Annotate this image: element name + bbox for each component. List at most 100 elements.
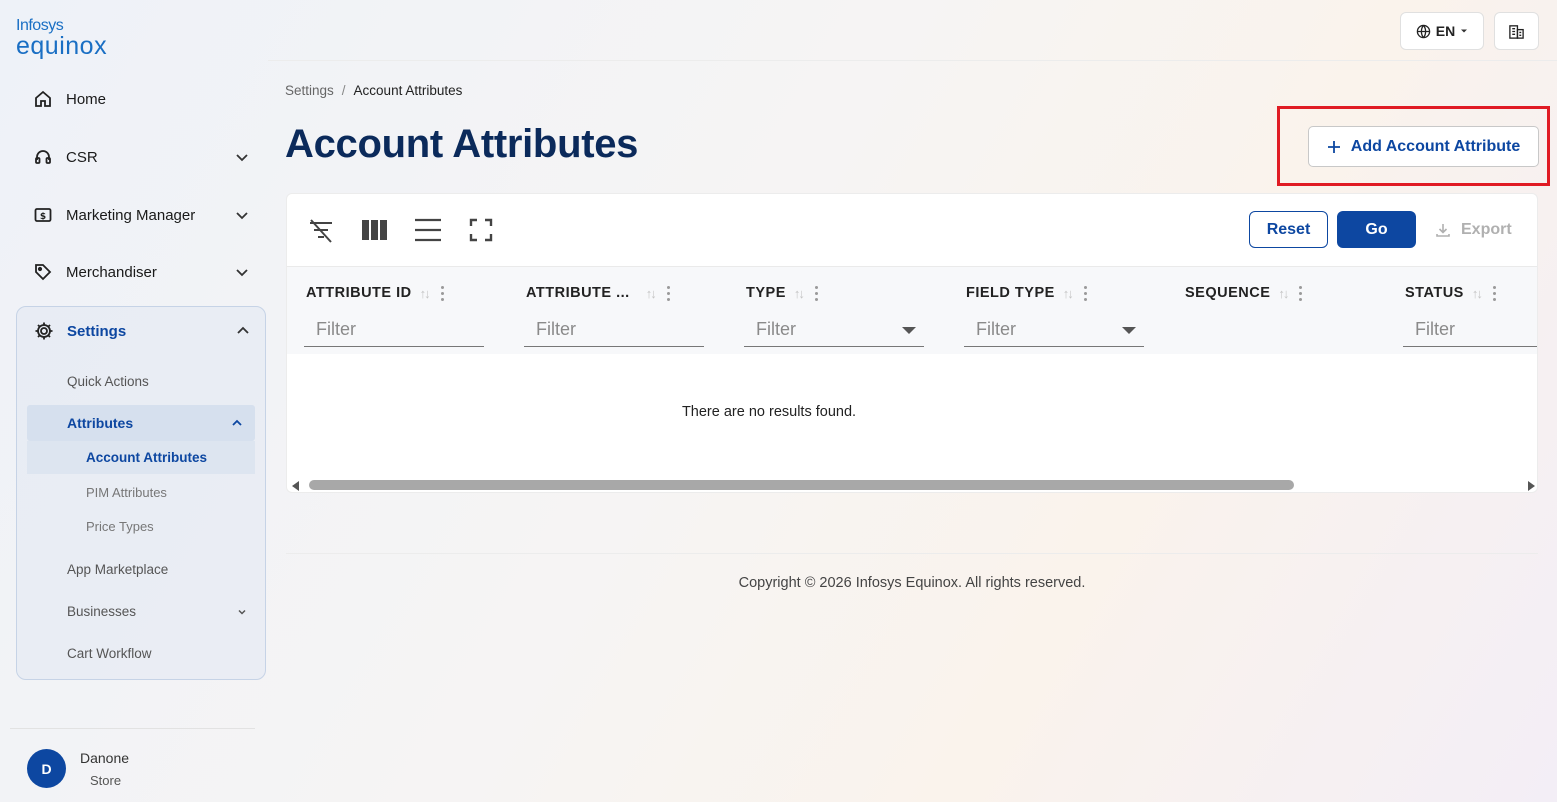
export-button[interactable]: Export xyxy=(1435,211,1525,248)
sidebar-sub-cart-workflow[interactable]: Cart Workflow xyxy=(67,646,152,661)
settings-group: Settings Quick Actions Attributes Accoun… xyxy=(16,306,266,680)
sidebar-sub-app-marketplace[interactable]: App Marketplace xyxy=(67,562,168,577)
go-button[interactable]: Go xyxy=(1337,211,1416,248)
brand-logo-line2: equinox xyxy=(16,32,108,60)
header-divider xyxy=(268,60,1557,61)
filter-select[interactable]: Filter xyxy=(964,313,1144,347)
sidebar-sub-price-types[interactable]: Price Types xyxy=(86,519,154,534)
density-icon[interactable] xyxy=(412,214,444,246)
filter-select[interactable]: Filter xyxy=(744,313,924,347)
headset-icon xyxy=(32,146,54,168)
columns-icon[interactable] xyxy=(359,214,391,246)
sidebar-item-home[interactable]: Home xyxy=(16,79,266,119)
attributes-table-card: Reset Go Export ATTRIBUTE ID ↑↓ Filter A… xyxy=(286,193,1538,493)
breadcrumb-current: Account Attributes xyxy=(353,83,463,98)
column-header-label[interactable]: FIELD TYPE xyxy=(966,285,1055,301)
home-icon xyxy=(32,88,54,110)
sort-icon[interactable]: ↑↓ xyxy=(1278,286,1289,301)
download-icon xyxy=(1435,222,1451,238)
plus-icon xyxy=(1327,140,1341,154)
column-menu-icon[interactable] xyxy=(814,285,818,301)
column-header-label[interactable]: TYPE xyxy=(746,285,786,301)
sidebar-item-label: CSR xyxy=(66,148,98,166)
scrollbar-thumb[interactable] xyxy=(309,480,1294,490)
sidebar-item-label: Settings xyxy=(67,322,127,340)
gear-icon xyxy=(33,320,55,342)
avatar[interactable]: D xyxy=(27,749,66,788)
chevron-down-icon xyxy=(237,607,247,617)
sidebar-sub-label: Businesses xyxy=(67,604,137,619)
sidebar-sub-businesses[interactable]: Businesses xyxy=(67,604,247,619)
sort-icon[interactable]: ↑↓ xyxy=(420,286,431,301)
sidebar-item-merchandiser[interactable]: Merchandiser xyxy=(16,252,266,292)
brand-logo[interactable]: Infosys equinox xyxy=(16,18,107,59)
reset-button[interactable]: Reset xyxy=(1249,211,1328,248)
chevron-up-icon xyxy=(235,323,251,339)
sidebar-sub-account-attributes[interactable]: Account Attributes xyxy=(27,441,255,474)
user-role: Store xyxy=(90,773,122,788)
sidebar-item-label: Home xyxy=(66,90,107,108)
sidebar: Infosys equinox Home CSR $ Marketing Man… xyxy=(0,0,268,802)
dropdown-arrow-icon xyxy=(902,327,916,334)
store-switch-button[interactable] xyxy=(1494,12,1539,50)
footer-divider xyxy=(286,553,1538,554)
clear-filter-icon[interactable] xyxy=(305,214,337,246)
breadcrumb-settings-link[interactable]: Settings xyxy=(285,83,334,98)
fullscreen-icon[interactable] xyxy=(465,214,497,246)
caret-down-icon xyxy=(1460,27,1468,35)
language-selector[interactable]: EN xyxy=(1400,12,1484,50)
column-header-label[interactable]: SEQUENCE xyxy=(1185,285,1270,301)
sidebar-item-label: Marketing Manager xyxy=(66,206,196,224)
sidebar-item-settings[interactable]: Settings xyxy=(17,311,267,351)
column-header-label[interactable]: ATTRIBUTE ... xyxy=(526,285,630,301)
column-menu-icon[interactable] xyxy=(1083,285,1087,301)
scroll-left-icon[interactable] xyxy=(292,481,299,491)
sort-icon[interactable]: ↑↓ xyxy=(1063,286,1074,301)
page-title: Account Attributes xyxy=(285,122,639,166)
column-header-label[interactable]: ATTRIBUTE ID xyxy=(306,285,412,301)
sidebar-sub-label: Account Attributes xyxy=(86,450,207,465)
chevron-down-icon xyxy=(234,149,250,165)
column-menu-icon[interactable] xyxy=(440,285,444,301)
breadcrumb-separator: / xyxy=(341,83,346,98)
filter-placeholder: Filter xyxy=(756,319,796,339)
column-header-label[interactable]: STATUS xyxy=(1405,285,1464,301)
column-menu-icon[interactable] xyxy=(1299,285,1303,301)
column-menu-icon[interactable] xyxy=(666,285,670,301)
filter-placeholder: Filter xyxy=(976,319,1016,339)
user-name: Danone xyxy=(80,750,130,766)
filter-input[interactable]: Filter xyxy=(304,313,484,347)
table-header: ATTRIBUTE ID ↑↓ Filter ATTRIBUTE ... ↑↓ … xyxy=(287,266,1537,354)
sort-icon[interactable]: ↑↓ xyxy=(1472,286,1483,301)
sort-icon[interactable]: ↑↓ xyxy=(646,286,657,301)
dollar-icon: $ xyxy=(32,204,54,226)
breadcrumb: Settings / Account Attributes xyxy=(285,83,462,98)
filter-input[interactable]: Filter xyxy=(1403,313,1537,347)
tag-icon xyxy=(32,261,54,283)
add-account-attribute-button[interactable]: Add Account Attribute xyxy=(1308,126,1539,167)
dropdown-arrow-icon xyxy=(1122,327,1136,334)
sidebar-item-csr[interactable]: CSR xyxy=(16,137,266,177)
sidebar-sub-pim-attributes[interactable]: PIM Attributes xyxy=(86,485,167,500)
empty-message: There are no results found. xyxy=(681,404,857,420)
chevron-down-icon xyxy=(234,207,250,223)
column-menu-icon[interactable] xyxy=(1492,285,1496,301)
svg-text:$: $ xyxy=(40,212,46,222)
globe-icon xyxy=(1416,24,1431,39)
horizontal-scrollbar[interactable] xyxy=(287,478,1537,492)
sidebar-item-label: Merchandiser xyxy=(66,263,157,281)
filter-input[interactable]: Filter xyxy=(524,313,704,347)
sidebar-item-marketing-manager[interactable]: $ Marketing Manager xyxy=(16,195,266,235)
export-label: Export xyxy=(1461,220,1512,238)
scroll-right-icon[interactable] xyxy=(1528,481,1535,491)
sidebar-sub-attributes[interactable]: Attributes xyxy=(27,405,255,441)
sidebar-divider xyxy=(10,728,255,729)
sidebar-sub-label: Attributes xyxy=(67,415,134,431)
chevron-up-icon xyxy=(231,417,243,429)
add-button-label: Add Account Attribute xyxy=(1350,137,1521,155)
sort-icon[interactable]: ↑↓ xyxy=(794,286,805,301)
chevron-down-icon xyxy=(234,264,250,280)
building-icon xyxy=(1508,23,1525,40)
sidebar-sub-quick-actions[interactable]: Quick Actions xyxy=(67,374,149,389)
language-label: EN xyxy=(1435,23,1456,39)
